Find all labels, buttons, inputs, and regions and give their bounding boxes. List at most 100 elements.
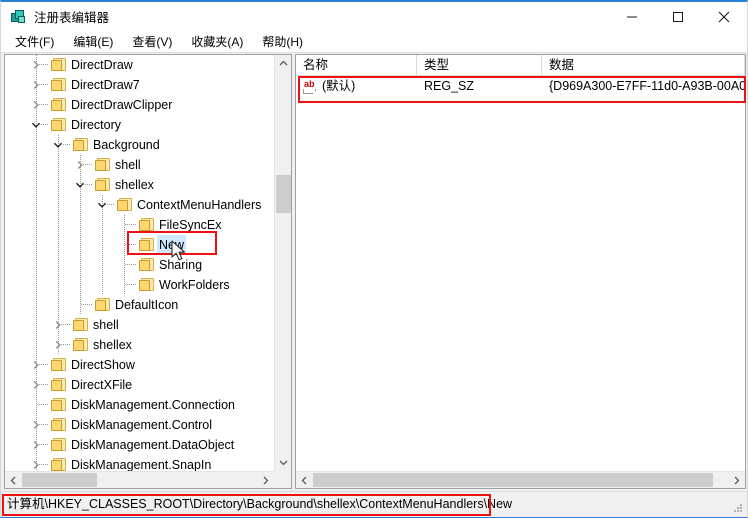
folder-icon bbox=[51, 358, 66, 371]
list-hscroll-thumb[interactable] bbox=[313, 473, 713, 487]
tree-guide-line bbox=[80, 275, 81, 295]
chevron-right-icon[interactable] bbox=[53, 340, 63, 350]
column-header-1[interactable]: 类型 bbox=[417, 55, 542, 75]
tree-item-contextmenuhandlers[interactable]: ContextMenuHandlers bbox=[5, 195, 275, 215]
chevron-down-icon[interactable] bbox=[31, 120, 41, 130]
tree-item-new[interactable]: New bbox=[5, 235, 275, 255]
close-button[interactable] bbox=[701, 2, 747, 31]
chevron-right-icon[interactable] bbox=[31, 440, 41, 450]
menu-item-file[interactable]: 文件(F) bbox=[7, 32, 62, 52]
list-scroll-left-button[interactable] bbox=[296, 472, 313, 488]
tree-item-shellex[interactable]: shellex bbox=[5, 175, 275, 195]
chevron-right-icon[interactable] bbox=[31, 80, 41, 90]
chevron-right-icon[interactable] bbox=[31, 100, 41, 110]
tree-guide-line bbox=[124, 235, 125, 255]
tree-item-directdraw7[interactable]: DirectDraw7 bbox=[5, 75, 275, 95]
value-type: REG_SZ bbox=[424, 79, 475, 93]
tree-item-workfolders[interactable]: WorkFolders bbox=[5, 275, 275, 295]
tree-guide-tick bbox=[103, 204, 115, 205]
tree-item-diskmanagement-dataobject[interactable]: DiskManagement.DataObject bbox=[5, 435, 275, 455]
minimize-button[interactable] bbox=[609, 2, 655, 31]
tree-item-directory[interactable]: Directory bbox=[5, 115, 275, 135]
list-horizontal-scrollbar[interactable] bbox=[296, 471, 745, 488]
tree-item-directxfile[interactable]: DirectXFile bbox=[5, 375, 275, 395]
tree-item-shell[interactable]: shell bbox=[5, 155, 275, 175]
chevron-right-icon[interactable] bbox=[31, 360, 41, 370]
tree-guide-line bbox=[36, 175, 37, 195]
maximize-button[interactable] bbox=[655, 2, 701, 31]
tree-item-label: DirectDraw bbox=[71, 58, 133, 72]
tree-item-label: New bbox=[157, 235, 187, 255]
tree-item-label: DirectDrawClipper bbox=[71, 98, 173, 112]
chevron-right-icon[interactable] bbox=[75, 160, 85, 170]
tree-guide-line bbox=[102, 255, 103, 275]
tree-item-defaulticon[interactable]: DefaultIcon bbox=[5, 295, 275, 315]
tree-scroll-right-button[interactable] bbox=[257, 472, 274, 488]
tree-item-diskmanagement-connection[interactable]: DiskManagement.Connection bbox=[5, 395, 275, 415]
value-row[interactable]: ab (默认) REG_SZ {D969A300-E7FF-11d0-A93B-00A… bbox=[296, 76, 745, 97]
chevron-down-icon[interactable] bbox=[97, 200, 107, 210]
status-path-text: 计算机\HKEY_CLASSES_ROOT\Directory\Backgrou… bbox=[7, 497, 513, 511]
registry-values-pane[interactable]: 名称 类型 数据 ab (默认) REG_SZ {D969A300-E7FF-11d0-A… bbox=[295, 54, 746, 489]
tree-item-diskmanagement-snapin[interactable]: DiskManagement.SnapIn bbox=[5, 455, 275, 472]
tree-item-sharing[interactable]: Sharing bbox=[5, 255, 275, 275]
tree-item-label: Sharing bbox=[159, 258, 203, 272]
tree-scroll-up-button[interactable] bbox=[275, 55, 291, 72]
tree-item-shell[interactable]: shell bbox=[5, 315, 275, 335]
tree-item-background[interactable]: Background bbox=[5, 135, 275, 155]
menu-item-edit[interactable]: 编辑(E) bbox=[65, 32, 121, 52]
tree-item-directshow[interactable]: DirectShow bbox=[5, 355, 275, 375]
chevron-right-icon[interactable] bbox=[31, 420, 41, 430]
tree-item-label: DirectDraw7 bbox=[71, 78, 140, 92]
tree-item-shellex[interactable]: shellex bbox=[5, 335, 275, 355]
values-column-header: 名称 类型 数据 bbox=[296, 55, 745, 76]
chevron-right-icon[interactable] bbox=[53, 320, 63, 330]
tree-guide-line bbox=[80, 235, 81, 255]
tree-scroll-left-button[interactable] bbox=[5, 472, 22, 488]
chevron-down-icon[interactable] bbox=[53, 140, 63, 150]
resize-grip-icon[interactable] bbox=[734, 504, 744, 514]
menu-item-favorites[interactable]: 收藏夹(A) bbox=[183, 32, 251, 52]
tree-guide-tick bbox=[37, 424, 49, 425]
tree-guide-line bbox=[36, 155, 37, 175]
tree-hscroll-thumb[interactable] bbox=[22, 473, 97, 487]
grip-dot bbox=[737, 507, 739, 509]
tree-guide-line bbox=[58, 215, 59, 235]
chevron-down-icon bbox=[279, 460, 288, 466]
tree-guide-line bbox=[58, 235, 59, 255]
tree-guide-tick bbox=[125, 284, 137, 285]
column-header-0[interactable]: 名称 bbox=[296, 55, 417, 75]
tree-item-label: ContextMenuHandlers bbox=[137, 198, 262, 212]
tree-guide-line bbox=[124, 275, 125, 295]
chevron-left-icon bbox=[301, 476, 307, 484]
tree-item-filesyncex[interactable]: FileSyncEx bbox=[5, 215, 275, 235]
tree-guide-line bbox=[36, 295, 37, 315]
menu-item-view[interactable]: 查看(V) bbox=[124, 32, 180, 52]
tree-item-diskmanagement-control[interactable]: DiskManagement.Control bbox=[5, 415, 275, 435]
tree-horizontal-scrollbar[interactable] bbox=[5, 471, 274, 488]
tree-guide-line bbox=[80, 255, 81, 275]
tree-guide-line bbox=[58, 275, 59, 295]
menu-item-help[interactable]: 帮助(H) bbox=[254, 32, 311, 52]
minimize-icon bbox=[627, 16, 637, 17]
tree-guide-line bbox=[124, 255, 125, 275]
chevron-down-icon[interactable] bbox=[75, 180, 85, 190]
tree-vertical-scrollbar[interactable] bbox=[274, 55, 291, 471]
column-header-2[interactable]: 数据 bbox=[542, 55, 745, 75]
chevron-right-icon[interactable] bbox=[31, 380, 41, 390]
window-title: 注册表编辑器 bbox=[34, 11, 110, 25]
chevron-right-icon bbox=[734, 476, 740, 484]
chevron-up-icon bbox=[279, 60, 288, 66]
tree-scroll-thumb[interactable] bbox=[276, 175, 291, 213]
tree-item-directdrawclipper[interactable]: DirectDrawClipper bbox=[5, 95, 275, 115]
tree-scroll-down-button[interactable] bbox=[275, 454, 291, 471]
chevron-right-icon[interactable] bbox=[31, 60, 41, 70]
tree-item-label: shellex bbox=[93, 338, 132, 352]
chevron-right-icon[interactable] bbox=[31, 460, 41, 470]
string-value-icon: ab bbox=[303, 79, 318, 94]
registry-tree-pane[interactable]: DirectDraw DirectDraw7 DirectDrawClipper Di… bbox=[4, 54, 292, 489]
tree-item-directdraw[interactable]: DirectDraw bbox=[5, 55, 275, 75]
list-scroll-right-button[interactable] bbox=[728, 472, 745, 488]
tree-guide-tick bbox=[37, 464, 49, 465]
tree-guide-line bbox=[102, 235, 103, 255]
